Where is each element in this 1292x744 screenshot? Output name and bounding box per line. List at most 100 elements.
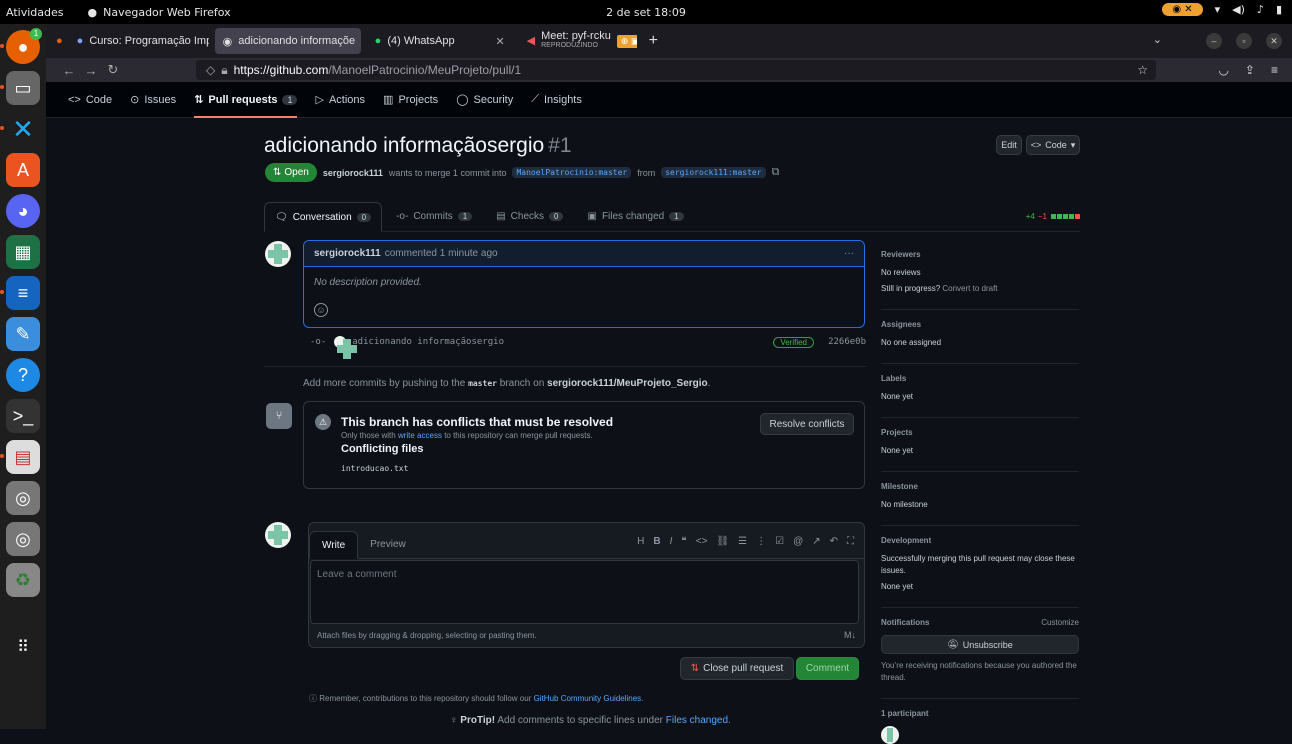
minimize-button[interactable]: – <box>1206 33 1222 49</box>
base-branch[interactable]: ManoelPatrocinio:master <box>512 167 632 178</box>
markdown-icon[interactable]: M↓ <box>844 630 856 640</box>
edit-title-button[interactable]: Edit <box>996 135 1022 155</box>
bold-icon[interactable]: B <box>653 536 660 547</box>
copy-icon[interactable]: ⧉ <box>772 166 780 179</box>
commit-row: -o- adicionando informaçãosergio Verifie… <box>310 334 866 359</box>
menu-icon[interactable]: ≡ <box>1271 63 1278 77</box>
pocket-icon[interactable]: ◡ <box>1218 63 1228 77</box>
pr-author-link[interactable]: sergiorock111 <box>323 168 383 178</box>
close-pull-request-button[interactable]: ⇅ Close pull request <box>680 657 794 680</box>
comment-textarea[interactable] <box>310 560 859 624</box>
firefox-view-icon[interactable]: ● <box>56 35 63 47</box>
file-diff-icon: ▣ <box>587 210 597 222</box>
community-guidelines-link[interactable]: GitHub Community Guidelines <box>534 694 642 703</box>
disk2-dock-icon[interactable]: ◎ <box>6 522 40 556</box>
tab-write[interactable]: Write <box>309 531 359 559</box>
software-center-dock-icon[interactable]: A <box>6 153 40 187</box>
attach-files-hint[interactable]: Attach files by dragging & dropping, sel… <box>317 631 537 640</box>
kebab-menu-icon[interactable]: ··· <box>844 248 854 259</box>
active-app-menu[interactable]: ● Navegador Web Firefox <box>73 6 230 19</box>
assignees-heading[interactable]: Assignees <box>881 320 1079 329</box>
browser-tab-github[interactable]: ◉ adicionando informaçõe ✕ <box>214 28 361 54</box>
heading-icon[interactable]: H <box>637 536 644 547</box>
browser-tab-meet[interactable]: ◀ Meet: pyf-rcku REPRODUZINDO ⊕ ▣ <box>519 28 637 54</box>
nav-projects[interactable]: ▥ Projects <box>383 82 438 118</box>
tab-commits[interactable]: -o- Commits 1 <box>386 201 482 231</box>
task-list-icon[interactable]: ☑ <box>775 536 784 547</box>
reply-icon[interactable]: ↶ <box>830 536 838 547</box>
extensions-icon[interactable]: ⇪ <box>1245 63 1255 77</box>
nav-code[interactable]: <> Code <box>68 82 112 118</box>
tab-checks[interactable]: ▤ Checks 0 <box>486 201 573 231</box>
close-tab-icon[interactable]: ✕ <box>495 35 504 48</box>
mention-icon[interactable]: @ <box>793 536 803 547</box>
bulleted-list-icon[interactable]: ☰ <box>738 536 747 547</box>
link-icon[interactable]: ⛓ <box>716 536 729 547</box>
back-button[interactable]: ← <box>58 63 80 78</box>
avatar[interactable] <box>265 241 291 267</box>
code-dropdown-button[interactable]: <> Code ▾ <box>1026 135 1080 155</box>
commit-avatar[interactable] <box>334 336 358 359</box>
verified-badge[interactable]: Verified <box>773 336 814 348</box>
avatar[interactable] <box>265 522 291 548</box>
show-apps-icon[interactable]: ⠿ <box>6 630 40 664</box>
comment-button[interactable]: Comment <box>796 657 859 680</box>
convert-to-draft-link[interactable]: Convert to draft <box>942 284 997 293</box>
browser-tab-whatsapp[interactable]: ● (4) WhatsApp ✕ <box>367 28 513 54</box>
italic-icon[interactable]: I <box>670 536 673 547</box>
files-dock-icon[interactable]: ▭ <box>0 71 40 105</box>
discord-dock-icon[interactable]: ◕ <box>6 194 40 228</box>
new-tab-button[interactable]: + <box>649 32 658 50</box>
comment-author[interactable]: sergiorock111 <box>314 248 381 259</box>
commit-sha[interactable]: 2266e0b <box>828 337 866 347</box>
resolve-conflicts-button[interactable]: Resolve conflicts <box>760 413 854 435</box>
tab-conversation[interactable]: 🗨︎ Conversation 0 <box>264 202 383 232</box>
disk-dock-icon[interactable]: ◎ <box>6 481 40 515</box>
url-bar[interactable]: ◇ 🔒︎ https://github.com/ManoelPatrocinio… <box>196 60 1156 80</box>
nav-pull-requests[interactable]: ⇅ Pull requests 1 <box>194 82 298 118</box>
reference-icon[interactable]: ↗ <box>812 536 820 547</box>
writer-dock-icon[interactable]: ≡ <box>0 276 40 310</box>
browser-tab-course[interactable]: ● Curso: Programação Imp ✕ <box>69 28 209 54</box>
customize-link[interactable]: Customize <box>1041 618 1079 627</box>
numbered-list-icon[interactable]: ⋮ <box>756 536 766 547</box>
projects-heading[interactable]: Projects <box>881 428 1079 437</box>
forward-button[interactable]: → <box>80 63 102 78</box>
screen-share-indicator[interactable]: ◉ ✕ <box>1162 3 1203 16</box>
files-changed-link[interactable]: Files changed <box>666 715 728 726</box>
fullscreen-icon[interactable]: ⛶ <box>847 536 854 547</box>
head-branch[interactable]: sergiorock111:master <box>661 167 766 178</box>
trash-dock-icon[interactable]: ♻ <box>6 563 40 597</box>
terminal-dock-icon[interactable]: >_ <box>6 399 40 433</box>
close-window-button[interactable]: ✕ <box>1266 33 1282 49</box>
help-dock-icon[interactable]: ? <box>6 358 40 392</box>
maximize-button[interactable]: ▫ <box>1236 33 1252 49</box>
spreadsheet-dock-icon[interactable]: ▦ <box>6 235 40 269</box>
commit-message[interactable]: adicionando informaçãosergio <box>352 337 504 347</box>
nav-issues[interactable]: ⊙ Issues <box>130 82 176 118</box>
write-access-link[interactable]: write access <box>398 431 442 440</box>
firefox-dock-icon[interactable]: ● 1 <box>0 28 42 64</box>
nav-security[interactable]: ◯ Security <box>456 82 513 118</box>
tab-preview[interactable]: Preview <box>358 530 418 558</box>
reviewers-heading[interactable]: Reviewers <box>881 250 1079 259</box>
nav-insights[interactable]: ⟋ Insights <box>531 82 582 118</box>
code-icon[interactable]: <> <box>696 536 708 547</box>
text-editor-dock-icon[interactable]: ✎ <box>6 317 40 351</box>
head-repo-link[interactable]: sergiorock111/MeuProjeto_Sergio <box>547 378 708 389</box>
milestone-heading[interactable]: Milestone <box>881 482 1079 491</box>
quote-icon[interactable]: ❝ <box>681 536 686 547</box>
document-viewer-dock-icon[interactable]: ▤ <box>0 440 40 474</box>
activities-button[interactable]: Atividades <box>0 6 73 19</box>
add-reaction-icon[interactable]: ☺ <box>314 303 328 317</box>
unsubscribe-button[interactable]: 🔕︎ Unsubscribe <box>881 635 1079 654</box>
vscode-dock-icon[interactable]: ✕ <box>0 112 40 146</box>
tab-list-icon[interactable]: ⌄ <box>1153 33 1162 49</box>
development-heading[interactable]: Development <box>881 536 1079 545</box>
system-tray[interactable]: ◉ ✕ ▾ ◀) ♪ ▮ <box>1162 3 1282 16</box>
bookmark-star-icon[interactable]: ☆ <box>1137 63 1148 77</box>
tab-files-changed[interactable]: ▣ Files changed 1 <box>577 201 693 231</box>
reload-button[interactable]: ↻ <box>102 62 124 78</box>
nav-actions[interactable]: ▷ Actions <box>315 82 365 118</box>
labels-heading[interactable]: Labels <box>881 374 1079 383</box>
